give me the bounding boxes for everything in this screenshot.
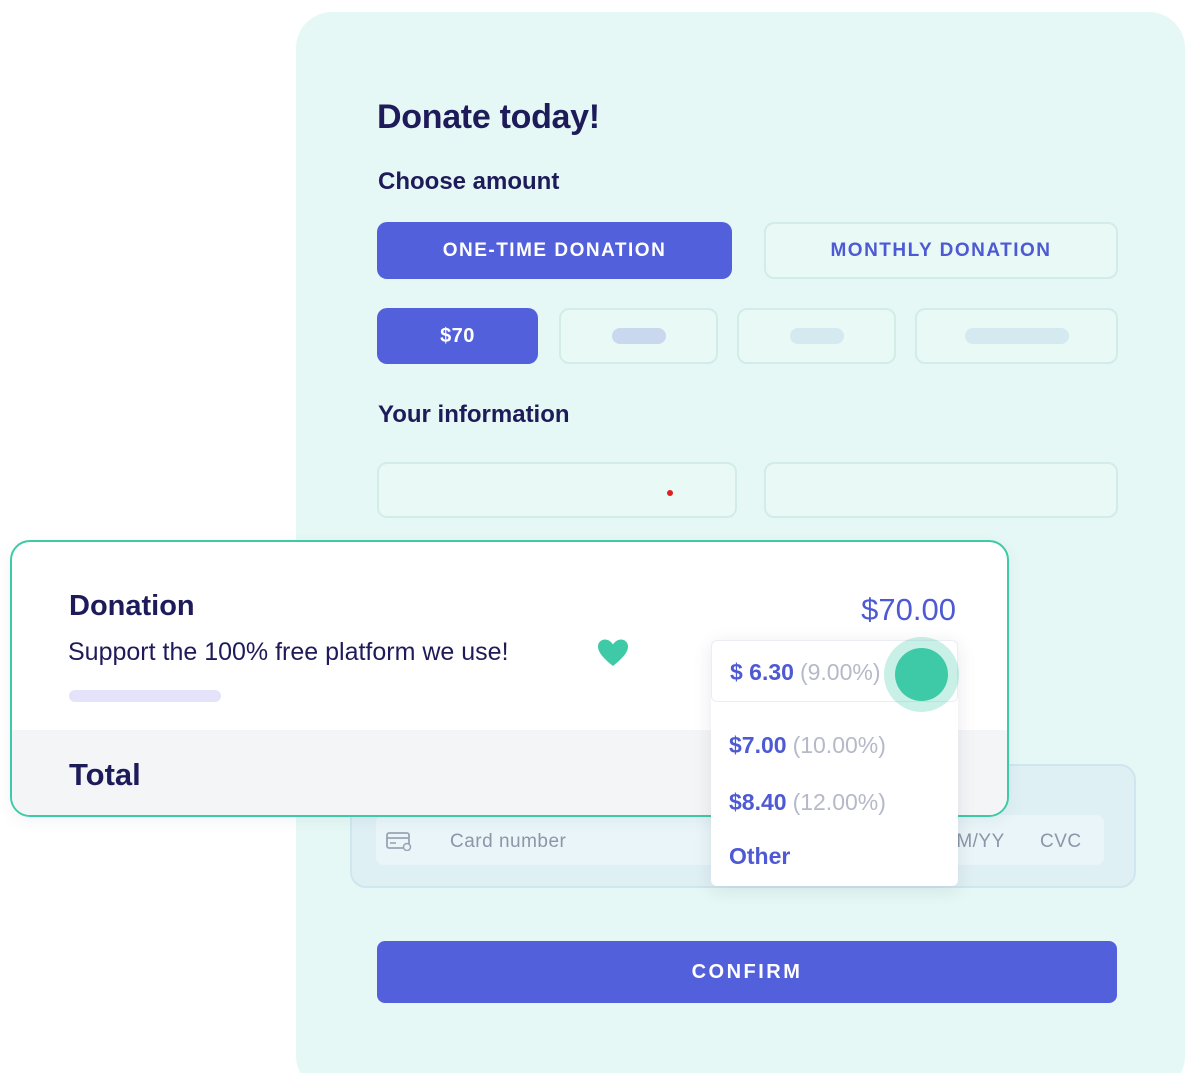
card-number-placeholder: Card number — [450, 831, 567, 852]
amount-placeholder-bar — [611, 328, 666, 344]
heart-icon — [598, 639, 628, 666]
tip-option-other[interactable]: Other — [729, 843, 790, 870]
confirm-button[interactable]: CONFIRM — [377, 941, 1117, 1003]
choose-amount-label: Choose amount — [378, 168, 560, 195]
one-time-donation-button[interactable]: ONE-TIME DONATION — [377, 222, 732, 279]
monthly-donation-button[interactable]: MONTHLY DONATION — [764, 222, 1118, 279]
cursor-indicator — [895, 648, 948, 701]
amount-option-custom[interactable] — [915, 308, 1118, 364]
amount-placeholder-bar — [964, 328, 1069, 344]
first-name-field[interactable] — [377, 462, 737, 518]
last-name-field[interactable] — [764, 462, 1118, 518]
tip-option-selected[interactable]: $ 6.30 (9.00%) — [730, 659, 881, 686]
amount-option-selected[interactable]: $70 — [377, 308, 538, 364]
donation-amount: $70.00 — [861, 592, 956, 627]
placeholder-bar — [69, 690, 221, 702]
tip-option[interactable]: $7.00 (10.00%) — [729, 732, 886, 759]
tip-option[interactable]: $8.40 (12.00%) — [729, 789, 886, 816]
total-label: Total — [69, 757, 141, 792]
card-cvc-placeholder: CVC — [1040, 831, 1082, 852]
donation-title: Donation — [69, 590, 195, 622]
credit-card-icon — [386, 832, 412, 851]
page-title: Donate today! — [377, 98, 600, 136]
required-indicator — [667, 490, 673, 496]
amount-option-2[interactable] — [559, 308, 718, 364]
amount-option-3[interactable] — [737, 308, 896, 364]
your-information-label: Your information — [378, 401, 570, 428]
amount-placeholder-bar — [789, 328, 844, 344]
platform-support-text: Support the 100% free platform we use! — [68, 638, 509, 666]
